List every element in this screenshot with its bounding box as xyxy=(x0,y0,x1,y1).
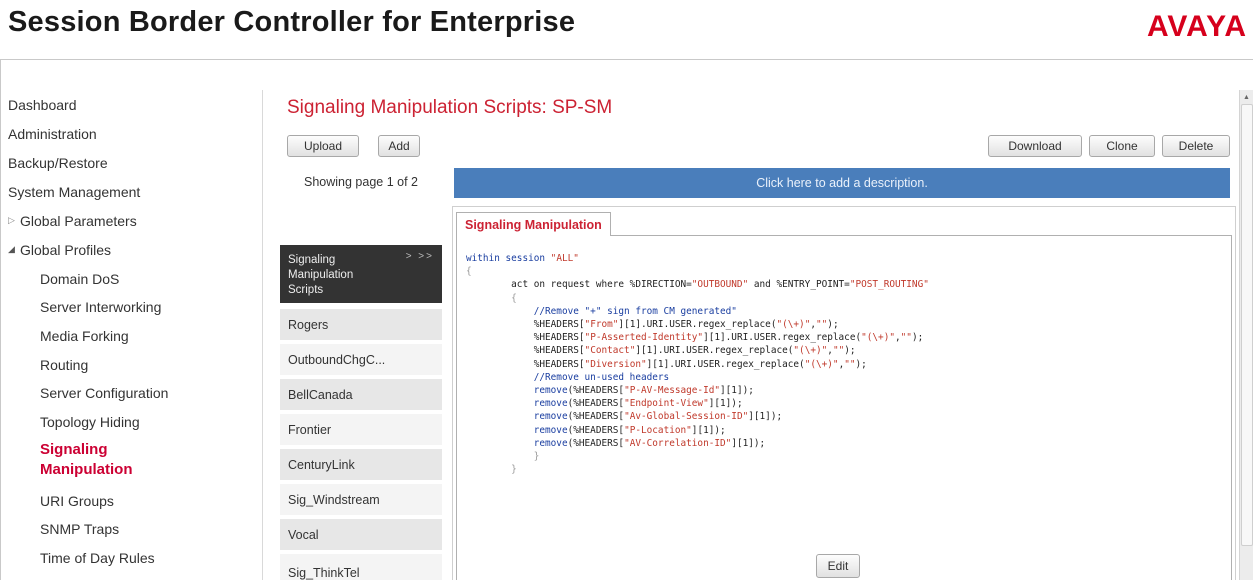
header-divider xyxy=(0,59,1253,60)
description-bar[interactable]: Click here to add a description. xyxy=(454,168,1230,198)
script-list-header-label: Signaling Manipulation Scripts xyxy=(288,254,354,296)
sidebar-item-server-configuration[interactable]: Server Configuration xyxy=(40,385,168,401)
sidebar-item-administration[interactable]: Administration xyxy=(8,126,97,142)
sidebar-item-media-forking[interactable]: Media Forking xyxy=(40,328,129,344)
sidebar-item-system-management[interactable]: System Management xyxy=(8,184,140,200)
list-item-sig-windstream[interactable]: Sig_Windstream xyxy=(280,484,442,516)
left-border xyxy=(0,59,1,580)
edit-button[interactable]: Edit xyxy=(816,554,860,578)
paging-status: Showing page 1 of 2 xyxy=(304,175,418,189)
avaya-logo: AVAYA xyxy=(1146,10,1247,43)
expanded-triangle-icon[interactable]: ◢ xyxy=(8,244,15,255)
list-item-vocal[interactable]: Vocal xyxy=(280,519,442,551)
list-item-sig-thinktel[interactable]: Sig_ThinkTel xyxy=(280,554,442,580)
add-button[interactable]: Add xyxy=(378,135,420,157)
sidebar-item-topology-hiding[interactable]: Topology Hiding xyxy=(40,414,140,430)
clone-button[interactable]: Clone xyxy=(1089,135,1155,157)
list-item-bellcanada[interactable]: BellCanada xyxy=(280,379,442,411)
app-title: Session Border Controller for Enterprise xyxy=(8,6,576,38)
script-list-header[interactable]: > >> Signaling Manipulation Scripts xyxy=(280,245,442,303)
list-item-frontier[interactable]: Frontier xyxy=(280,414,442,446)
list-item-centurylink[interactable]: CenturyLink xyxy=(280,449,442,481)
sidebar-item-uri-groups[interactable]: URI Groups xyxy=(40,493,114,509)
sidebar-item-signaling-manipulation[interactable]: Signaling Manipulation xyxy=(40,440,170,480)
download-button[interactable]: Download xyxy=(988,135,1082,157)
script-code: within session "ALL" { act on request wh… xyxy=(466,253,929,476)
scrollbar-thumb[interactable] xyxy=(1241,104,1253,546)
page-nav-arrows-icon[interactable]: > >> xyxy=(406,249,434,264)
sidebar-item-domain-dos[interactable]: Domain DoS xyxy=(40,271,119,287)
sidebar-item-routing[interactable]: Routing xyxy=(40,357,88,373)
upload-button[interactable]: Upload xyxy=(287,135,359,157)
sidebar-item-global-profiles[interactable]: Global Profiles xyxy=(20,242,111,258)
list-item-outboundchgc[interactable]: OutboundChgC... xyxy=(280,344,442,376)
sidebar-divider xyxy=(262,90,263,580)
sidebar-item-backup-restore[interactable]: Backup/Restore xyxy=(8,155,108,171)
sidebar-item-server-interworking[interactable]: Server Interworking xyxy=(40,299,161,315)
tab-signaling-manipulation[interactable]: Signaling Manipulation xyxy=(456,212,611,236)
app-window: Session Border Controller for Enterprise… xyxy=(0,0,1253,580)
sidebar-item-global-parameters[interactable]: Global Parameters xyxy=(20,213,137,229)
sidebar-item-time-of-day-rules[interactable]: Time of Day Rules xyxy=(40,550,155,566)
sidebar-item-dashboard[interactable]: Dashboard xyxy=(8,97,77,113)
list-item-rogers[interactable]: Rogers xyxy=(280,309,442,341)
delete-button[interactable]: Delete xyxy=(1162,135,1230,157)
page-title: Signaling Manipulation Scripts: SP-SM xyxy=(287,97,613,118)
sidebar-item-snmp-traps[interactable]: SNMP Traps xyxy=(40,521,119,537)
collapsed-triangle-icon[interactable]: ▷ xyxy=(8,215,15,226)
scroll-up-arrow-icon[interactable]: ▲ xyxy=(1243,94,1250,101)
